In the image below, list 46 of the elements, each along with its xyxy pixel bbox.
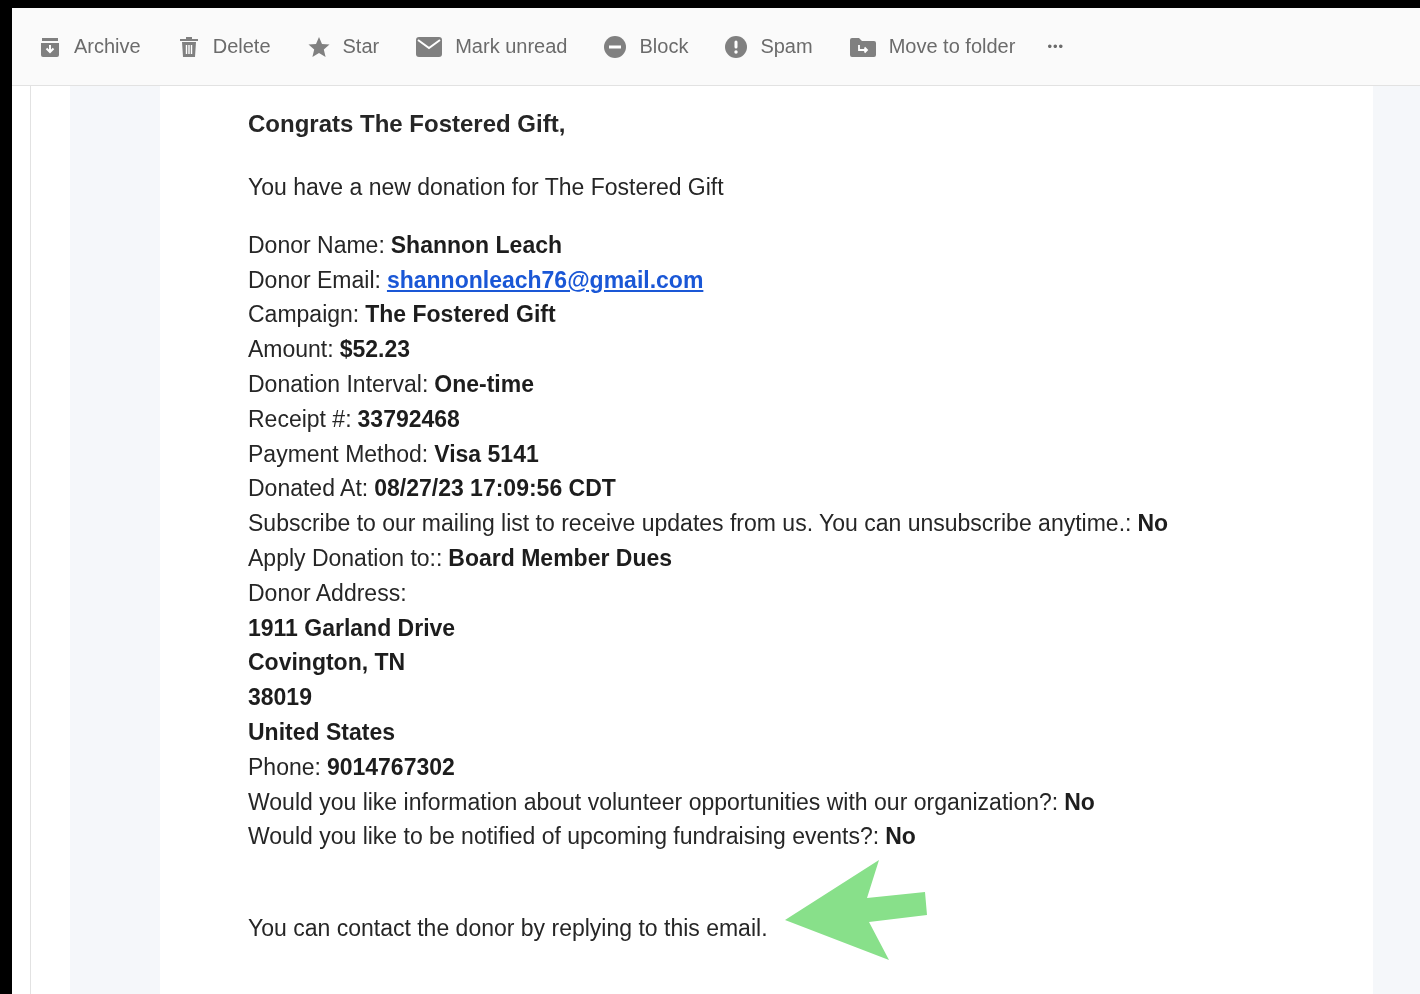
toolbar-button[interactable]: Star	[306, 34, 380, 59]
toolbar-button[interactable]: Archive	[38, 34, 141, 59]
toolbar-button[interactable]: •••	[1047, 39, 1065, 54]
address-line: United States	[248, 718, 395, 745]
field-label: Would you like to be notified of upcoming fundraising events?:	[248, 823, 880, 850]
toolbar-button[interactable]: Spam	[724, 34, 813, 59]
field-value: Board Member Dues	[448, 544, 672, 571]
field-value: No	[1064, 788, 1095, 815]
field-label: Campaign:	[248, 301, 360, 328]
field-label: Donor Email:	[248, 266, 381, 293]
field-value: Visa 5141	[434, 440, 539, 467]
field-value: No	[1137, 510, 1169, 537]
field-label: Donation Interval:	[248, 371, 429, 397]
field-label: Receipt #:	[248, 405, 352, 432]
envelope-icon	[415, 35, 444, 58]
address-line: 38019	[248, 684, 312, 711]
toolbar-button[interactable]: Block	[603, 34, 689, 59]
email-intro: You have a new donation for The Fostered Gift	[248, 173, 725, 202]
folder-icon	[848, 35, 877, 58]
block-icon	[603, 34, 628, 59]
field-value: Shannon Leach	[390, 231, 563, 258]
field-label: Amount:	[248, 336, 334, 363]
field-label: Apply Donation to::	[248, 544, 443, 571]
field-label: Donor Address:	[248, 579, 407, 606]
email-link[interactable]: shannonleach76@gmail.com	[386, 266, 704, 293]
toolbar-button[interactable]: Delete	[176, 34, 271, 59]
field-label: Donor Name:	[248, 231, 385, 258]
address-line: 1911 Garland Drive	[248, 614, 456, 641]
field-label: Donated At:	[248, 475, 369, 502]
alert-icon	[724, 34, 749, 59]
field-value: The Fostered Gift	[365, 301, 556, 328]
field-label: Subscribe to our mailing list to receive updates from us. You can unsubscribe anytime.:	[248, 510, 1132, 537]
field-value: 9014767302	[326, 753, 455, 780]
address-line: Covington, TN	[248, 649, 406, 676]
field-label: Payment Method:	[248, 440, 429, 467]
field-value: 33792468	[357, 405, 460, 432]
email-greeting: Congrats The Fostered Gift,	[248, 109, 567, 139]
field-value: $52.23	[339, 336, 410, 363]
email-closing: You can contact the donor by replying to this email.	[248, 915, 768, 942]
toolbar-button[interactable]: Mark unread	[415, 35, 568, 58]
field-label: Phone:	[248, 753, 321, 780]
field-value: No	[885, 823, 916, 850]
field-value: One-time	[434, 371, 534, 397]
field-value: 08/27/23 17:09:56 CDT	[374, 475, 616, 502]
field-label: Would you like information about volunteer opportunities with our organization?:	[248, 788, 1059, 815]
toolbar-button[interactable]: Move to folder	[848, 35, 1016, 58]
